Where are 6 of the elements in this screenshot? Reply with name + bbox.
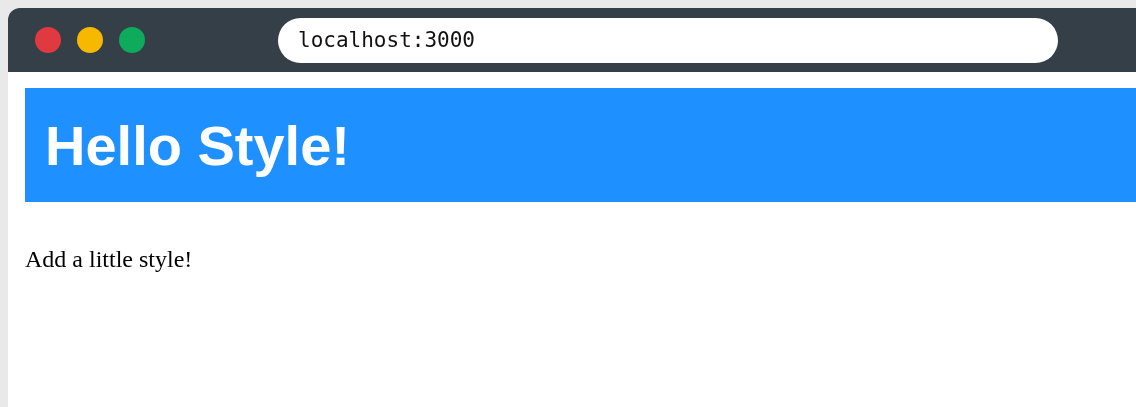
maximize-icon[interactable]	[119, 27, 145, 53]
page-heading: Hello Style!	[25, 88, 1136, 202]
page-paragraph: Add a little style!	[25, 246, 193, 273]
address-field[interactable]: localhost:3000	[278, 17, 1058, 63]
close-icon[interactable]	[35, 27, 61, 53]
minimize-icon[interactable]	[77, 27, 103, 53]
